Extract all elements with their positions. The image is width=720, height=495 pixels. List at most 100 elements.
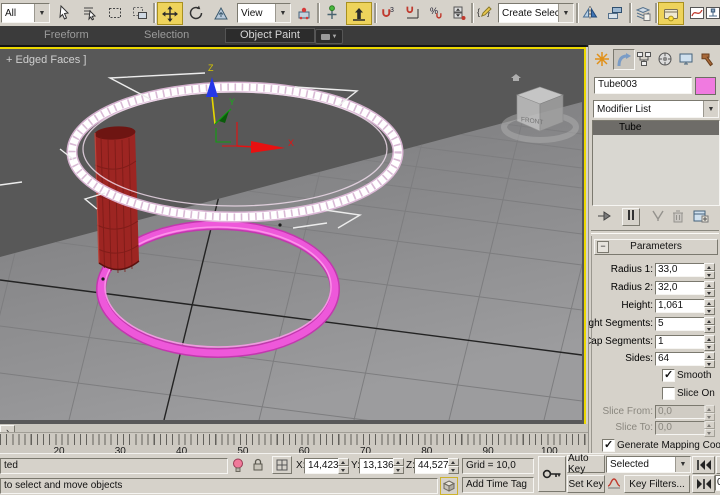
svg-text:{: { xyxy=(477,7,480,17)
y-coordinate-field[interactable]: 13,136 xyxy=(359,458,394,474)
height-segments-field[interactable]: 5 xyxy=(655,317,706,331)
remove-modifier-button[interactable] xyxy=(671,209,685,226)
tab-freeform[interactable]: Freeform xyxy=(30,28,103,43)
radius2-spinner[interactable] xyxy=(704,281,713,295)
smooth-checkbox[interactable] xyxy=(662,369,675,382)
mirror-button[interactable] xyxy=(579,2,601,23)
gizmo-x-label: X xyxy=(288,138,294,148)
tab-hierarchy[interactable] xyxy=(634,49,654,68)
select-and-move-button[interactable] xyxy=(157,2,183,25)
selection-filter-dropdown[interactable]: All ▼ xyxy=(1,3,50,23)
x-spinner[interactable] xyxy=(338,458,347,472)
y-coordinate-value: 13,136 xyxy=(360,459,393,473)
align-button[interactable] xyxy=(604,2,626,23)
tab-modify[interactable] xyxy=(613,49,635,70)
panel-divider xyxy=(591,230,719,234)
chevron-down-icon: ▼ xyxy=(275,4,290,22)
show-end-result-icon xyxy=(625,209,637,221)
key-step-toggle-button[interactable] xyxy=(692,475,715,493)
height-segments-spinner[interactable] xyxy=(704,317,713,331)
go-to-start-icon xyxy=(697,460,711,470)
angle-snap-toggle-button[interactable] xyxy=(402,2,424,23)
spinner-magnet-icon xyxy=(452,5,466,21)
align-icon xyxy=(607,5,623,21)
select-object-button[interactable] xyxy=(54,2,76,23)
current-frame-field[interactable]: 0 xyxy=(715,475,720,491)
x-coordinate-field[interactable]: 14,423 xyxy=(304,458,339,474)
z-spinner[interactable] xyxy=(448,458,457,472)
generate-mapping-checkbox[interactable] xyxy=(602,439,615,452)
prompt-line: to select and move objects xyxy=(0,478,438,494)
configure-modifier-sets-button[interactable] xyxy=(693,209,709,226)
radius1-field[interactable]: 33,0 xyxy=(655,263,706,277)
keyboard-shortcut-override-button[interactable] xyxy=(346,2,372,25)
select-by-name-button[interactable] xyxy=(79,2,101,23)
radius1-spinner[interactable] xyxy=(704,263,713,277)
radius2-field[interactable]: 32,0 xyxy=(655,281,706,295)
reference-coordinate-system-dropdown[interactable]: View ▼ xyxy=(237,3,291,23)
go-to-start-button[interactable] xyxy=(692,456,715,474)
parameters-rollout-header[interactable]: − Parameters xyxy=(594,239,718,255)
cursor-icon xyxy=(57,5,73,21)
sides-field[interactable]: 64 xyxy=(655,352,706,366)
selection-lock-toggle[interactable] xyxy=(251,457,265,473)
isolate-selection-toggle[interactable] xyxy=(231,457,245,473)
auto-key-label: Auto Key xyxy=(568,453,604,475)
object-name-field[interactable]: Tube003 xyxy=(594,77,692,94)
tab-utilities[interactable] xyxy=(697,49,717,68)
schematic-view-button[interactable] xyxy=(705,2,720,23)
tab-selection[interactable]: Selection xyxy=(130,28,203,43)
add-time-tag-text: Add Time Tag xyxy=(463,478,533,492)
sides-spinner[interactable] xyxy=(704,352,713,366)
toolbar-separator xyxy=(317,3,320,23)
x-coordinate-value: 14,423 xyxy=(305,459,338,473)
make-unique-button[interactable] xyxy=(651,210,665,225)
named-selection-sets-dropdown[interactable]: Create Selection Se ▼ xyxy=(498,3,574,23)
height-spinner[interactable] xyxy=(704,299,713,313)
object-color-swatch[interactable] xyxy=(695,77,716,95)
previous-frame-button-partial[interactable] xyxy=(716,456,720,474)
set-keys-button[interactable] xyxy=(538,456,566,492)
edit-named-selection-sets-button[interactable]: {} xyxy=(474,2,496,23)
window-crossing-toggle-button[interactable] xyxy=(129,2,151,23)
track-bar: › 2030405060708090100 xyxy=(0,424,588,456)
active-viewport[interactable]: Z Y X FRONT + Edged Faces ] xyxy=(0,47,586,426)
key-filters-button[interactable]: Key Filters... xyxy=(624,475,690,493)
snaps-toggle-3d-button[interactable]: 3 xyxy=(378,2,400,23)
make-unique-icon xyxy=(651,210,665,222)
tab-object-paint[interactable]: Object Paint xyxy=(225,28,315,43)
z-coordinate-field[interactable]: 44,527 xyxy=(414,458,449,474)
modifier-stack-item-tube[interactable]: Tube xyxy=(593,121,719,135)
show-end-result-button[interactable] xyxy=(622,208,640,226)
ribbon-display-options-button[interactable]: ▼ xyxy=(315,29,343,44)
tab-create[interactable] xyxy=(592,49,612,68)
tab-display[interactable] xyxy=(676,49,696,68)
select-and-rotate-button[interactable] xyxy=(185,2,207,23)
default-tangent-button[interactable] xyxy=(606,475,622,491)
viewcube-home-icon[interactable] xyxy=(511,74,521,81)
adaptive-degradation-toggle[interactable] xyxy=(440,477,458,495)
cap-segments-field[interactable]: 1 xyxy=(655,335,706,349)
select-and-scale-button[interactable] xyxy=(210,2,232,23)
y-spinner[interactable] xyxy=(393,458,402,472)
layer-manager-button[interactable] xyxy=(632,2,654,23)
cap-segments-spinner[interactable] xyxy=(704,335,713,349)
height-field[interactable]: 1,061 xyxy=(655,299,706,313)
rectangular-selection-region-button[interactable] xyxy=(104,2,126,23)
viewport-shading-label[interactable]: + Edged Faces ] xyxy=(6,54,86,66)
move-gizmo[interactable]: Z Y X xyxy=(206,63,294,153)
graphite-modeling-tools-toggle[interactable] xyxy=(658,2,684,25)
auto-key-button[interactable]: Auto Key xyxy=(567,455,605,473)
use-pivot-point-center-button[interactable] xyxy=(293,2,315,23)
percent-snap-toggle-button[interactable]: % xyxy=(426,2,448,23)
modifier-list-dropdown[interactable]: Modifier List ▼ xyxy=(593,100,719,118)
transform-gizmo-toggle[interactable] xyxy=(272,456,292,474)
key-mode-dropdown[interactable]: Selected ▼ xyxy=(606,456,691,473)
spinner-snap-toggle-button[interactable] xyxy=(450,2,468,23)
modifier-stack[interactable]: Tube xyxy=(592,120,720,206)
pin-stack-button[interactable] xyxy=(597,209,613,226)
slice-on-checkbox[interactable] xyxy=(662,387,675,400)
select-and-manipulate-button[interactable] xyxy=(321,2,343,23)
tab-motion[interactable] xyxy=(655,49,675,68)
set-key-button[interactable]: Set Key xyxy=(567,475,605,493)
